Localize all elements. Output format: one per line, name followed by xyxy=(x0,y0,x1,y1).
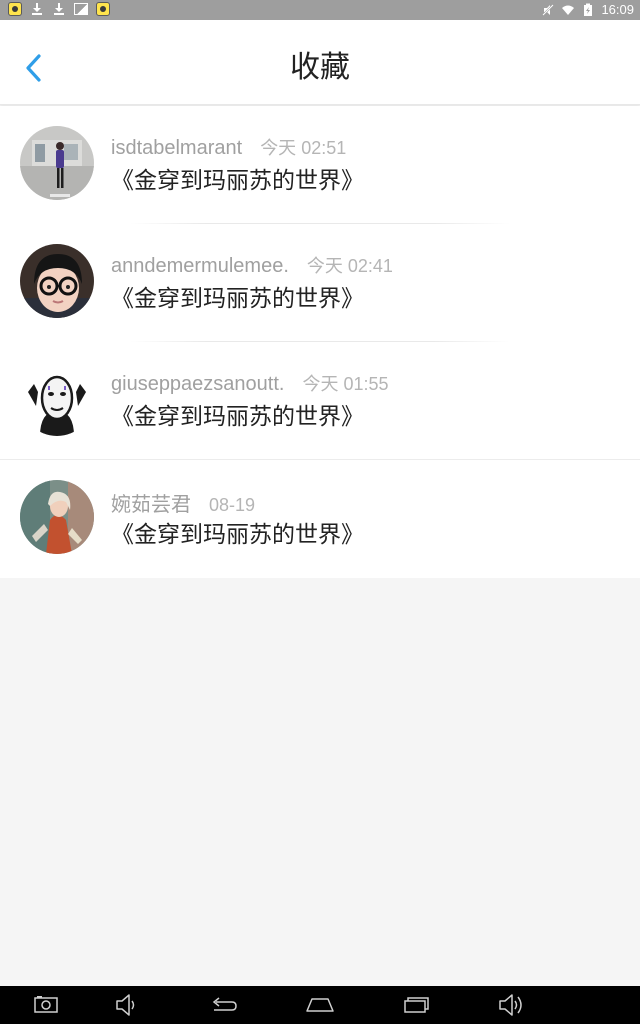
item-meta: anndemermulemee. 今天 02:41 xyxy=(111,252,393,278)
volume-down-button[interactable] xyxy=(96,986,156,1024)
list-item[interactable]: 婉茹芸君 08-19 《金穿到玛丽苏的世界》 xyxy=(0,460,640,578)
download-icon xyxy=(30,2,44,16)
item-title[interactable]: 《金穿到玛丽苏的世界》 xyxy=(111,284,364,314)
item-title[interactable]: 《金穿到玛丽苏的世界》 xyxy=(111,402,364,432)
header: 收藏 xyxy=(0,20,640,105)
image-icon xyxy=(74,3,88,15)
recent-apps-button[interactable] xyxy=(386,986,446,1024)
favorites-list: isdtabelmarant 今天 02:51 《金穿到玛丽苏的世界》 annde… xyxy=(0,106,640,578)
mute-icon xyxy=(542,4,555,16)
avatar[interactable] xyxy=(20,362,94,436)
volume-up-icon xyxy=(499,994,522,1016)
avatar[interactable] xyxy=(20,244,94,318)
app-notification-icon xyxy=(8,2,22,16)
battery-charging-icon xyxy=(584,3,593,16)
recent-apps-icon xyxy=(404,997,429,1013)
avatar[interactable] xyxy=(20,126,94,200)
app-notification-icon xyxy=(96,2,110,16)
volume-down-icon xyxy=(116,994,135,1016)
username: giuseppaezsanoutt. xyxy=(111,373,285,395)
list-item[interactable]: isdtabelmarant 今天 02:51 《金穿到玛丽苏的世界》 xyxy=(0,106,640,224)
username: anndemermulemee. xyxy=(111,255,289,277)
item-meta: giuseppaezsanoutt. 今天 01:55 xyxy=(111,370,389,396)
username: 婉茹芸君 xyxy=(111,494,191,516)
page-title: 收藏 xyxy=(290,50,350,85)
timestamp: 今天 02:51 xyxy=(260,138,347,158)
list-item[interactable]: giuseppaezsanoutt. 今天 01:55 《金穿到玛丽苏的世界》 xyxy=(0,342,640,460)
screenshot-icon xyxy=(34,996,58,1013)
wifi-icon xyxy=(562,5,575,15)
item-meta: isdtabelmarant 今天 02:51 xyxy=(111,134,346,160)
notification-icons xyxy=(8,2,110,16)
download-icon xyxy=(52,2,66,16)
screenshot-button[interactable] xyxy=(16,986,76,1024)
volume-up-button[interactable] xyxy=(482,986,542,1024)
home-icon xyxy=(306,998,334,1012)
back-icon xyxy=(212,997,237,1011)
item-title[interactable]: 《金穿到玛丽苏的世界》 xyxy=(111,520,364,550)
system-icons: 16:09 xyxy=(541,2,634,18)
clock: 16:09 xyxy=(601,2,634,17)
item-meta: 婉茹芸君 08-19 xyxy=(111,488,255,517)
item-title[interactable]: 《金穿到玛丽苏的世界》 xyxy=(111,166,364,196)
back-nav-button[interactable] xyxy=(193,986,253,1024)
timestamp: 08-19 xyxy=(209,495,256,515)
username: isdtabelmarant xyxy=(111,137,243,159)
avatar[interactable] xyxy=(20,480,94,554)
list-item[interactable]: anndemermulemee. 今天 02:41 《金穿到玛丽苏的世界》 xyxy=(0,224,640,342)
timestamp: 今天 01:55 xyxy=(302,374,389,394)
status-bar: 16:09 xyxy=(0,0,640,20)
home-button[interactable] xyxy=(290,986,350,1024)
navigation-bar xyxy=(0,986,640,1024)
timestamp: 今天 02:41 xyxy=(306,256,393,276)
